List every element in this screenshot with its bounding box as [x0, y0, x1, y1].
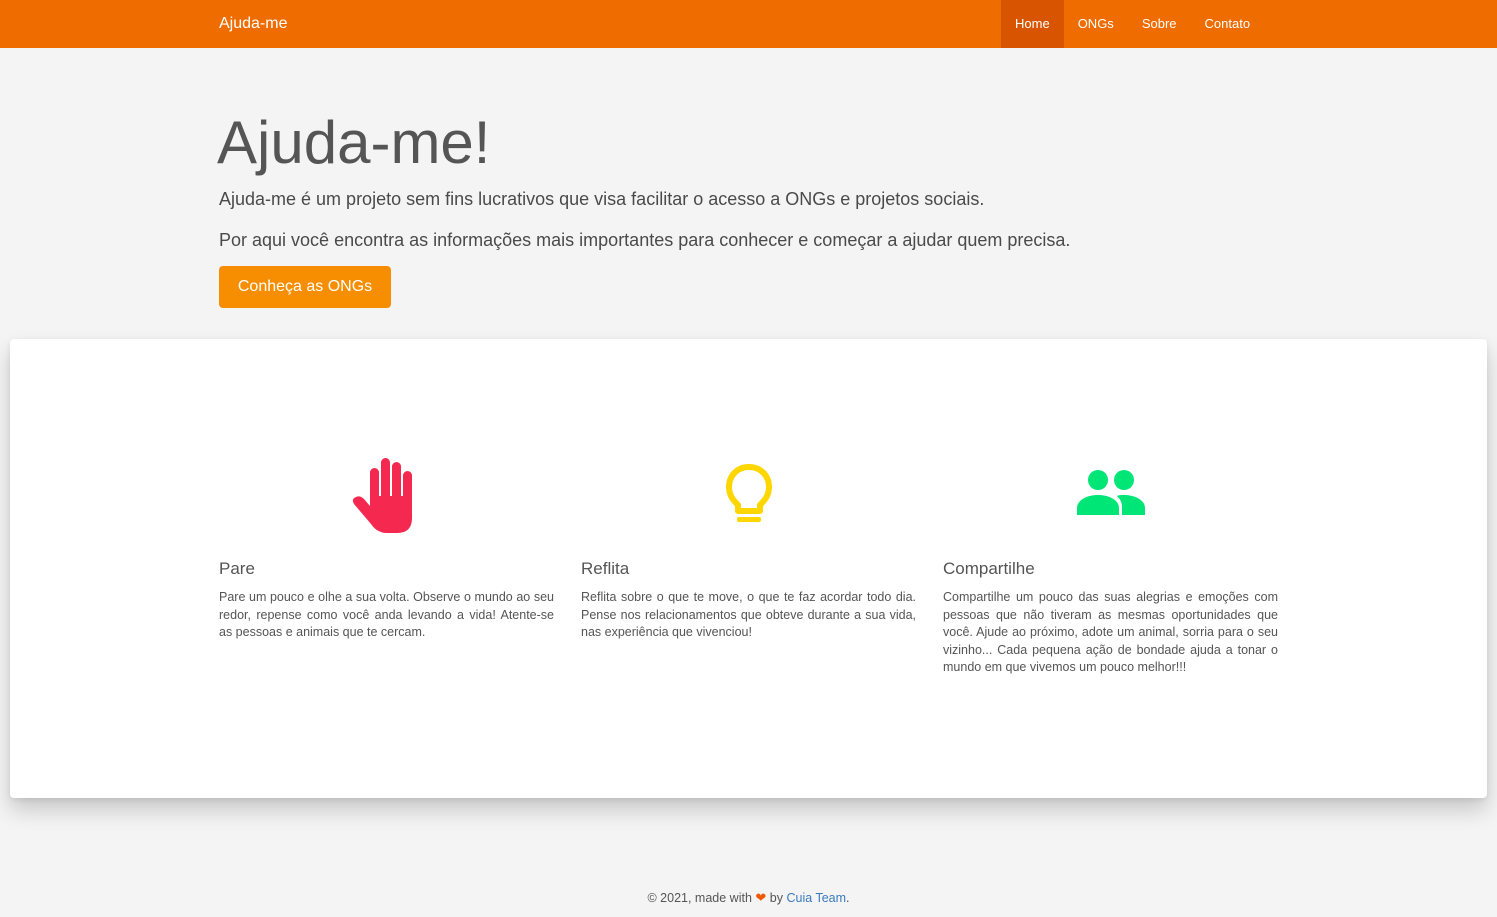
hero-subdescription: Por aqui você encontra as informações ma… — [219, 230, 1071, 250]
feature-title: Compartilhe — [943, 559, 1035, 578]
heart-icon: ❤ — [755, 890, 767, 905]
feature-title: Reflita — [581, 559, 630, 578]
hand-stop-icon — [219, 444, 554, 544]
lightbulb-icon — [581, 444, 916, 544]
footer: © 2021, made with ❤ by Cuia Team. — [0, 890, 1497, 906]
nav-item-home[interactable]: Home — [1001, 0, 1064, 48]
people-icon — [943, 444, 1278, 544]
nav-item-contato[interactable]: Contato — [1191, 0, 1265, 48]
hero-title: Ajuda-me! — [217, 109, 491, 176]
nav-item-ongs[interactable]: ONGs — [1064, 0, 1128, 48]
footer-by: by — [769, 891, 783, 905]
feature-text: Compartilhe um pouco das suas alegrias e… — [943, 590, 1278, 675]
footer-period: . — [846, 891, 850, 905]
cta-button[interactable]: Conheça as ONGs — [219, 266, 391, 308]
feature-text: Pare um pouco e olhe a sua volta. Observ… — [219, 590, 554, 640]
nav-item-sobre[interactable]: Sobre — [1128, 0, 1191, 48]
nav-menu: Home ONGs Sobre Contato — [1001, 0, 1264, 48]
feature-text: Reflita sobre o que te move, o que te fa… — [581, 590, 916, 640]
brand-link[interactable]: Ajuda-me — [219, 0, 287, 48]
hero-description: Ajuda-me é um projeto sem fins lucrativo… — [219, 189, 985, 209]
features-card: Pare Pare um pouco e olhe a sua volta. O… — [10, 339, 1487, 798]
navbar: Ajuda-me Home ONGs Sobre Contato — [0, 0, 1497, 48]
team-link[interactable]: Cuia Team — [786, 891, 846, 905]
feature-title: Pare — [219, 559, 255, 578]
footer-copyright: © 2021, made with — [647, 891, 752, 905]
